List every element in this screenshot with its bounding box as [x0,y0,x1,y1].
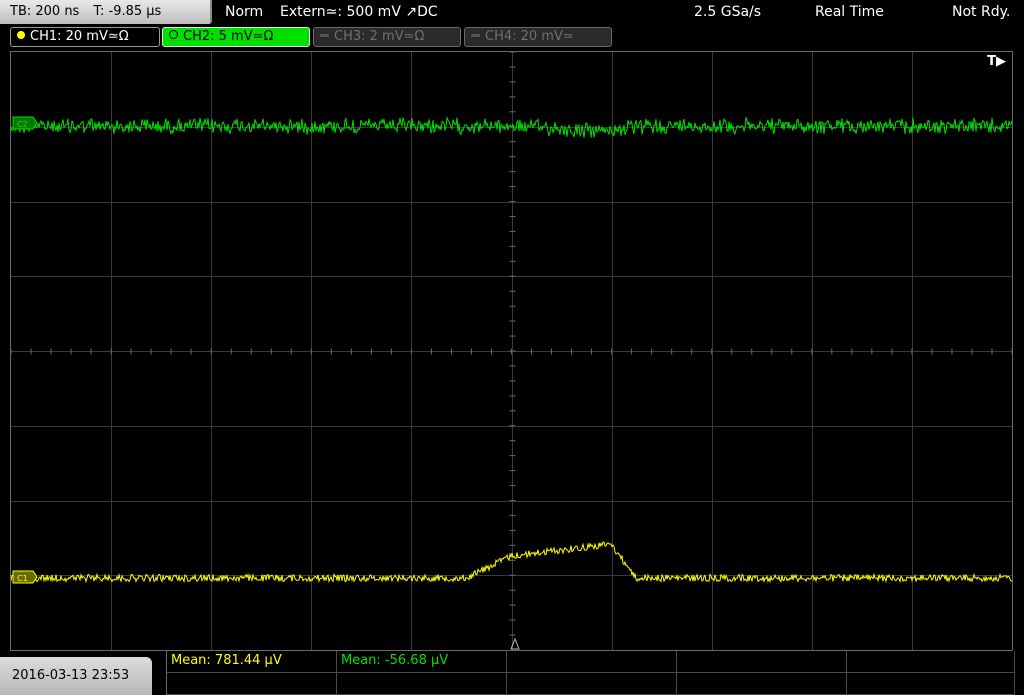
channel-1-button[interactable]: CH1: 20 mV≃Ω [10,27,160,47]
channel-2-ground-marker: C2 [12,116,38,130]
measurement-panel: Mean: 781.44 µV Mean: -56.68 µV [166,651,1015,695]
measurement-slot-6[interactable] [167,673,337,695]
date-time-label: 2016-03-13 23:53 [12,668,130,683]
waveform-display[interactable]: C2 C1 T▶ [10,51,1013,651]
timebase-box[interactable]: TB: 200 ns T: -9.85 µs [0,0,212,24]
measurement-slot-7[interactable] [337,673,507,695]
measurement-slot-3[interactable] [507,651,677,673]
channel-3-indicator-icon [320,34,329,37]
channel-1-mean-measurement[interactable]: Mean: 781.44 µV [167,651,337,673]
channel-2-label: CH2: 5 mV≃Ω [183,29,274,44]
channel-3-label: CH3: 2 mV≃Ω [334,29,425,44]
trigger-source[interactable]: Extern≃: 500 mV ↗DC [280,0,438,24]
channel-1-indicator-icon [17,31,25,39]
acquisition-mode[interactable]: Real Time [815,0,884,24]
acquisition-status: Not Rdy. [952,4,1011,20]
date-time-box[interactable]: 2016-03-13 23:53 [0,657,152,695]
timebase-value: TB: 200 ns [10,4,80,19]
channel-4-label: CH4: 20 mV≃ [485,29,574,44]
channel-1-marker-label: C1 [17,574,28,583]
center-axis-ticks [11,52,1012,636]
waveform-canvas: C2 C1 [11,52,1012,650]
measurement-slot-10[interactable] [847,673,1015,695]
trigger-time-value: T: -9.85 µs [93,4,162,19]
channel-4-button[interactable]: CH4: 20 mV≃ [464,27,612,47]
measurement-slot-8[interactable] [507,673,677,695]
channel-1-ground-marker: C1 [12,570,38,584]
bottom-bar: 2016-03-13 23:53 Mean: 781.44 µV Mean: -… [0,651,1024,695]
measurement-slot-9[interactable] [677,673,847,695]
channel-2-indicator-icon [169,30,178,39]
channel-2-marker-label: C2 [17,120,28,129]
channel-2-mean-measurement[interactable]: Mean: -56.68 µV [337,651,507,673]
channel-1-label: CH1: 20 mV≃Ω [30,29,129,44]
top-status-bar: TB: 200 ns T: -9.85 µs Norm Extern≃: 500… [0,0,1024,24]
trigger-level-marker[interactable]: T▶ [987,54,1006,69]
sample-rate[interactable]: 2.5 GSa/s [694,0,761,24]
measurement-slot-4[interactable] [677,651,847,673]
channel-3-button[interactable]: CH3: 2 mV≃Ω [313,27,461,47]
channel-2-button[interactable]: CH2: 5 mV≃Ω [162,27,310,47]
measurement-slot-5[interactable] [847,651,1015,673]
trigger-mode[interactable]: Norm [225,0,263,24]
channel-4-indicator-icon [471,34,480,37]
